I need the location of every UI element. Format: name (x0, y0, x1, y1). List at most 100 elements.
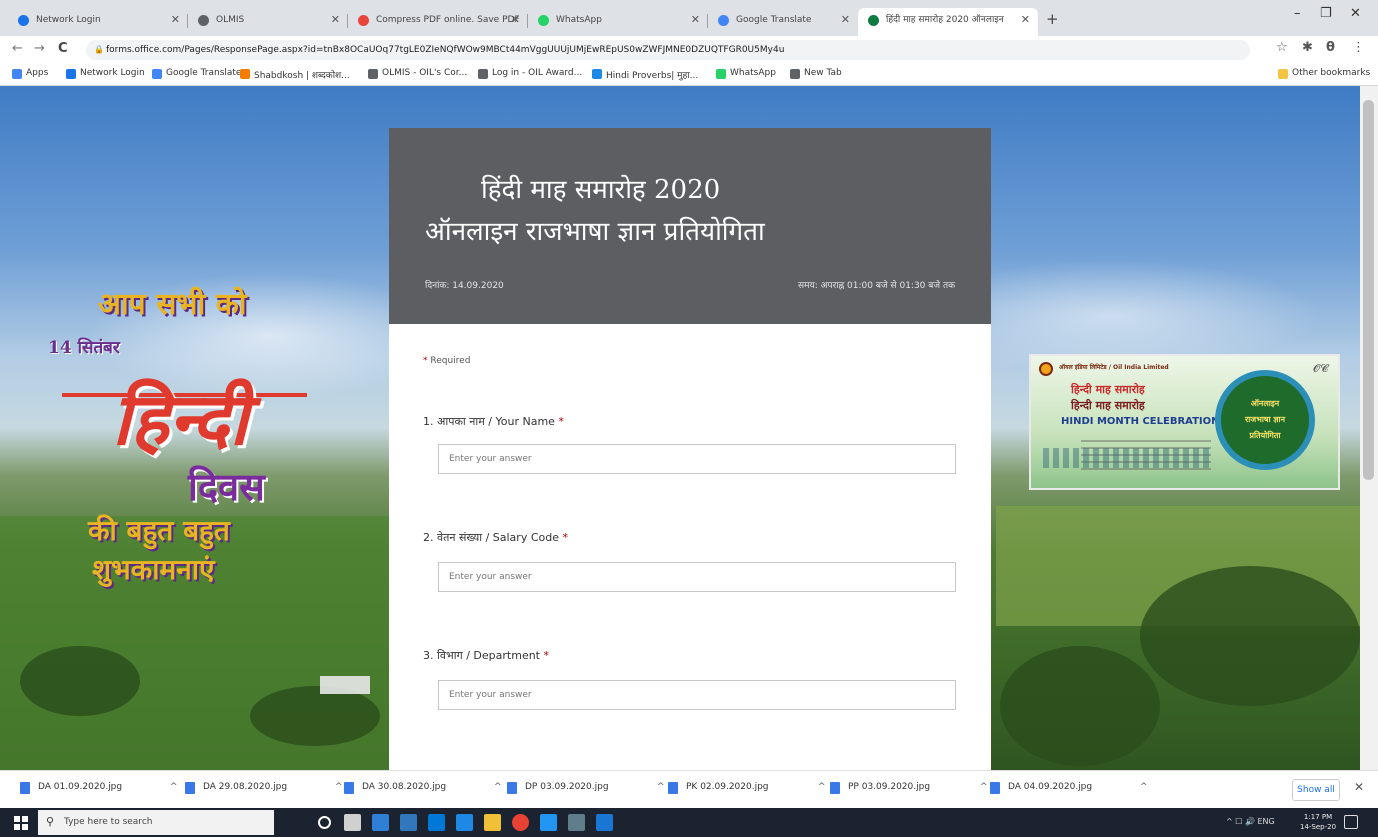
chevron-up-icon[interactable]: ^ (657, 782, 665, 792)
tab-whatsapp[interactable]: WhatsApp ✕ (528, 8, 708, 36)
chevron-up-icon[interactable]: ^ (494, 782, 502, 792)
bookmark-new-tab[interactable]: New Tab (790, 68, 842, 79)
edge-icon[interactable] (400, 814, 417, 831)
new-tab-button[interactable]: + (1046, 10, 1059, 28)
show-all-button[interactable]: Show all (1292, 779, 1340, 801)
tab-compress-pdf[interactable]: Compress PDF online. Save PDF ✕ (348, 8, 528, 36)
bookmark-olmis[interactable]: OLMIS - OIL's Cor... (368, 68, 467, 79)
folder-icon (1278, 69, 1288, 79)
menu-icon[interactable]: ⋮ (1352, 40, 1365, 55)
chevron-up-icon[interactable]: ^ (335, 782, 343, 792)
tree-cluster (1140, 566, 1360, 706)
downloads-bar: DA 01.09.2020.jpg ^ DA 29.08.2020.jpg ^ DA… (0, 770, 1378, 808)
extensions-icon[interactable]: ✱ (1302, 40, 1313, 55)
bookmark-google-translate[interactable]: Google Translate (152, 68, 242, 79)
download-item[interactable]: DA 30.08.2020.jpg ^ (344, 782, 502, 794)
emblem-text-2: राजभाषा ज्ञान (1244, 415, 1286, 424)
department-input[interactable] (438, 680, 956, 710)
required-star: * (559, 531, 568, 544)
salary-code-input[interactable] (438, 562, 956, 592)
maximize-button[interactable]: ❐ (1320, 6, 1332, 21)
greeting-diwas: दिवस (188, 464, 265, 509)
tab-close-icon[interactable]: ✕ (841, 8, 850, 32)
bookmark-oil-award[interactable]: Log in - OIL Award... (478, 68, 582, 79)
form-time: समय: अपराह्न 01:00 बजे से 01:30 बजे तक (798, 281, 955, 291)
tab-close-icon[interactable]: ✕ (171, 8, 180, 32)
system-tray[interactable]: ^ ☐ 🔊 ENG (1226, 817, 1275, 826)
download-item[interactable]: DA 01.09.2020.jpg ^ (20, 782, 178, 794)
download-item[interactable]: PK 02.09.2020.jpg ^ (668, 782, 826, 794)
download-item[interactable]: DA 29.08.2020.jpg ^ (185, 782, 343, 794)
image-file-icon (185, 782, 195, 794)
profile-icon[interactable]: θ (1326, 40, 1335, 55)
greeting-hindi: हिन्दी (112, 376, 249, 461)
bookmark-shabdkosh[interactable]: Shabdkosh | शब्दकोश... (240, 68, 350, 81)
notification-icon[interactable] (1344, 815, 1358, 829)
download-filename: PK 02.09.2020.jpg (686, 782, 769, 792)
download-filename: PP 03.09.2020.jpg (848, 782, 931, 792)
store-icon[interactable] (428, 814, 445, 831)
windows-start-icon[interactable] (14, 816, 28, 830)
star-icon[interactable]: ☆ (1276, 40, 1288, 55)
network-login-favicon-icon (18, 15, 29, 26)
reload-button[interactable]: C (58, 41, 68, 56)
chrome-icon[interactable] (512, 814, 529, 831)
tab-close-icon[interactable]: ✕ (1021, 8, 1030, 32)
close-window-button[interactable]: ✕ (1350, 6, 1361, 21)
bookmark-label: Network Login (80, 68, 145, 78)
task-view-icon[interactable] (344, 814, 361, 831)
forward-button[interactable]: → (34, 41, 45, 56)
form-date: दिनांक: 14.09.2020 (425, 281, 504, 291)
tab-hindi-form[interactable]: हिंदी माह समारोह 2020 ऑनलाइन ✕ (858, 8, 1038, 36)
question-text: 2. वेतन संख्या / Salary Code (423, 531, 559, 544)
cortana-icon[interactable] (318, 816, 331, 829)
question-department-label: 3. विभाग / Department * (423, 648, 549, 663)
file-explorer-icon[interactable] (484, 814, 501, 831)
close-downloads-icon[interactable]: ✕ (1354, 780, 1364, 794)
search-placeholder: Type here to search (64, 817, 153, 827)
app-icon[interactable] (540, 814, 557, 831)
tab-close-icon[interactable]: ✕ (331, 8, 340, 32)
tab-title: हिंदी माह समारोह 2020 ऑनलाइन (886, 15, 1004, 25)
bookmark-hindi-proverbs[interactable]: Hindi Proverbs| मुहा... (592, 68, 698, 81)
minimize-button[interactable]: – (1294, 6, 1301, 21)
banner-logo-mark: 𝓞𝓒 (1313, 362, 1328, 375)
tab-title: Compress PDF online. Save PDF (376, 15, 520, 25)
tree-cluster (1000, 646, 1160, 766)
taskbar-clock[interactable]: 1:17 PM 14-Sep-20 (1300, 812, 1336, 832)
app-icon[interactable] (568, 814, 585, 831)
tab-close-icon[interactable]: ✕ (511, 8, 520, 32)
app-icon[interactable] (596, 814, 613, 831)
other-bookmarks[interactable]: Other bookmarks (1278, 68, 1370, 79)
bookmark-whatsapp[interactable]: WhatsApp (716, 68, 776, 79)
chevron-up-icon[interactable]: ^ (1140, 782, 1148, 792)
photos-icon[interactable] (456, 814, 473, 831)
download-item[interactable]: DP 03.09.2020.jpg ^ (507, 782, 665, 794)
mail-icon[interactable] (372, 814, 389, 831)
globe-icon (790, 69, 800, 79)
download-item[interactable]: DA 04.09.2020.jpg ^ (990, 782, 1148, 794)
tab-close-icon[interactable]: ✕ (691, 8, 700, 32)
tab-olmis[interactable]: OLMIS ✕ (188, 8, 348, 36)
form-title-line-1: हिंदी माह समारोह 2020 (481, 175, 721, 205)
download-filename: DA 30.08.2020.jpg (362, 782, 447, 792)
greeting-line-1: आप सभी को (98, 287, 247, 322)
tab-network-login[interactable]: Network Login ✕ (8, 8, 188, 36)
back-button[interactable]: ← (12, 41, 23, 56)
globe-icon (478, 69, 488, 79)
whatsapp-icon (716, 69, 726, 79)
tab-google-translate[interactable]: Google Translate ✕ (708, 8, 858, 36)
chevron-up-icon[interactable]: ^ (980, 782, 988, 792)
url-input[interactable]: 🔒 forms.office.com/Pages/ResponsePage.as… (86, 40, 1250, 60)
scrollbar-thumb[interactable] (1363, 100, 1374, 480)
bookmark-label: Google Translate (166, 68, 242, 78)
banner-org-name: ऑयल इंडिया लिमिटेड / Oil India Limited (1059, 364, 1169, 371)
name-input[interactable] (438, 444, 956, 474)
whatsapp-favicon-icon (538, 15, 549, 26)
chevron-up-icon[interactable]: ^ (818, 782, 826, 792)
download-item[interactable]: PP 03.09.2020.jpg ^ (830, 782, 988, 794)
chevron-up-icon[interactable]: ^ (170, 782, 178, 792)
bookmark-apps[interactable]: Apps (12, 68, 48, 79)
taskbar-search-box[interactable]: ⚲ Type here to search (38, 810, 274, 835)
bookmark-network-login[interactable]: Network Login (66, 68, 145, 79)
